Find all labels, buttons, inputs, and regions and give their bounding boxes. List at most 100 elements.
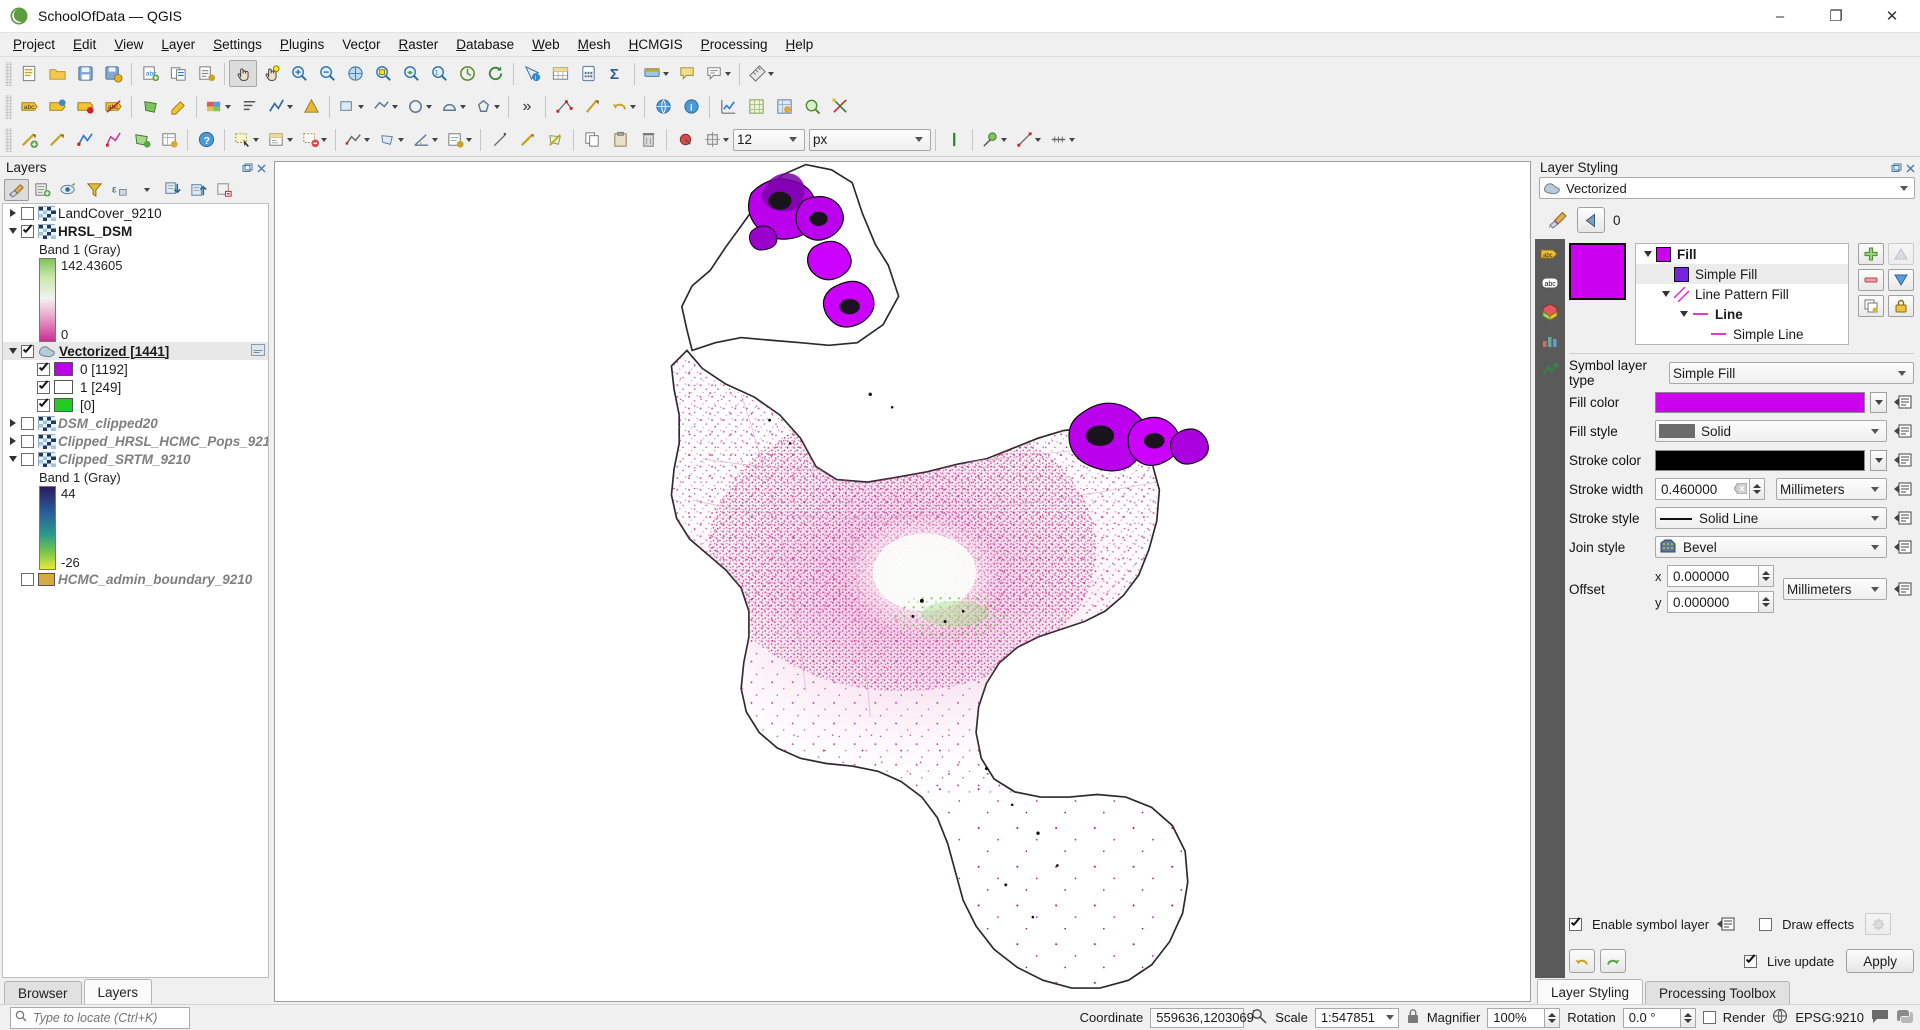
layer-visibility-checkbox[interactable] — [21, 224, 34, 238]
layer-visibility-checkbox[interactable] — [21, 206, 34, 220]
select-by-expression-button[interactable] — [263, 126, 297, 153]
layer-class-row[interactable]: 0 [1192] — [3, 360, 268, 378]
menu-mesh[interactable]: Mesh — [569, 34, 620, 55]
symbol-layer-row[interactable]: Simple Line — [1636, 324, 1848, 344]
delete-features-button[interactable] — [634, 126, 662, 153]
open-layer-styling-panel-button[interactable] — [4, 178, 29, 201]
enable-symbol-layer-checkbox[interactable] — [1569, 917, 1582, 931]
search-layer-button[interactable] — [798, 93, 826, 120]
crs-globe-icon[interactable] — [1772, 1008, 1788, 1027]
stroke-width-stepper[interactable] — [1750, 478, 1765, 500]
line-tools-button[interactable] — [263, 93, 297, 120]
save-project-button[interactable] — [71, 60, 99, 87]
toolbar-grip[interactable] — [5, 94, 12, 119]
render-checkbox[interactable] — [1702, 1011, 1716, 1024]
menu-project[interactable]: Project — [4, 34, 64, 55]
layer-expander[interactable] — [5, 343, 21, 359]
stroke-color-dropdown-button[interactable] — [1870, 449, 1887, 471]
duplicate-symbol-layer-button[interactable] — [1858, 295, 1884, 317]
shape-digitizing4-button[interactable] — [436, 93, 470, 120]
annotations-button[interactable] — [701, 60, 735, 87]
fill-color-swatch[interactable] — [1655, 391, 1865, 413]
shape-digitizing2-button[interactable] — [368, 93, 402, 120]
pencil-edit-button[interactable] — [485, 126, 513, 153]
open-attribute-table-button[interactable] — [546, 60, 574, 87]
menu-help[interactable]: Help — [776, 34, 822, 55]
metasearch-button[interactable]: i — [677, 93, 705, 120]
label-size-value[interactable]: 12 — [737, 132, 752, 147]
map-canvas[interactable] — [274, 161, 1531, 1002]
symbol-layer-type-combo[interactable]: Simple Fill — [1669, 362, 1914, 384]
zoom-selection-button[interactable] — [369, 60, 397, 87]
layer-row[interactable]: Clipped_SRTM_9210 — [3, 450, 268, 468]
minimize-button[interactable]: – — [1752, 0, 1808, 33]
symbol-expander[interactable] — [1640, 246, 1656, 262]
locator-search[interactable] — [10, 1006, 190, 1029]
symbol-layer-row[interactable]: Line — [1636, 304, 1848, 324]
filter-dropdown-button[interactable] — [134, 179, 159, 201]
menu-processing[interactable]: Processing — [692, 34, 777, 55]
rotation-stepper[interactable] — [1680, 1007, 1696, 1028]
layer-class-row[interactable]: 1 [249] — [3, 378, 268, 396]
menu-layer[interactable]: Layer — [152, 34, 204, 55]
label-placement-button[interactable] — [699, 126, 733, 153]
remove-layer-button[interactable] — [212, 179, 237, 201]
messages-icon[interactable] — [1871, 1008, 1889, 1027]
stroke-style-data-defined-button[interactable] — [1892, 508, 1914, 528]
plot-tool-button[interactable] — [714, 93, 742, 120]
toolbar-grip[interactable] — [5, 127, 12, 152]
symbology-tab-icon[interactable]: abc — [1539, 244, 1561, 264]
copy-features-button[interactable] — [578, 126, 606, 153]
reshape-features-button[interactable] — [578, 93, 606, 120]
filter-legend-by-expression-button[interactable]: ε — [108, 179, 133, 201]
close-button[interactable]: ✕ — [1864, 0, 1920, 33]
zoom-layer-button[interactable] — [397, 60, 425, 87]
python-console-icon[interactable] — [1896, 1008, 1914, 1028]
3d-view-tab-icon[interactable] — [1539, 302, 1561, 322]
new-print-layout-button[interactable]: abc — [136, 60, 164, 87]
layer-expander[interactable] — [5, 433, 21, 449]
menu-view[interactable]: View — [105, 34, 152, 55]
layer-visibility-checkbox[interactable] — [21, 452, 34, 466]
symbol-layer-row[interactable]: Fill — [1636, 244, 1848, 264]
class-visibility-checkbox[interactable] — [37, 380, 50, 394]
zoom-in-button[interactable] — [285, 60, 313, 87]
open-project-button[interactable] — [43, 60, 71, 87]
offset-data-defined-button[interactable] — [1892, 579, 1914, 599]
show-layouts-button[interactable] — [192, 60, 220, 87]
redo-style-button[interactable] — [1600, 949, 1626, 973]
zoom-last-button[interactable] — [453, 60, 481, 87]
move-symbol-layer-down-button[interactable] — [1888, 269, 1914, 291]
shape-digitizing-button[interactable] — [334, 93, 368, 120]
menu-plugins[interactable]: Plugins — [271, 34, 333, 55]
join-style-data-defined-button[interactable] — [1892, 537, 1914, 557]
toggle-editing-button[interactable] — [43, 126, 71, 153]
locator-input[interactable] — [31, 1009, 185, 1026]
menu-edit[interactable]: Edit — [64, 34, 105, 55]
overflow-button[interactable]: » — [513, 93, 541, 120]
select-features-button[interactable] — [229, 126, 263, 153]
tab-layers[interactable]: Layers — [83, 979, 153, 1004]
triangle-tool-button[interactable] — [297, 93, 325, 120]
crs-value[interactable]: EPSG:9210 — [1795, 1010, 1864, 1025]
move-symbol-layer-up-button[interactable] — [1888, 243, 1914, 265]
class-visibility-checkbox[interactable] — [37, 362, 50, 376]
stroke-width-data-defined-button[interactable] — [1892, 479, 1914, 499]
edit-layer-icon[interactable] — [251, 343, 265, 359]
add-group-button[interactable] — [30, 179, 55, 201]
layer-expander[interactable] — [5, 205, 21, 221]
show-pinned-labels-button[interactable] — [43, 93, 71, 120]
layer-visibility-checkbox[interactable] — [21, 434, 34, 448]
symbol-expander[interactable] — [1658, 286, 1674, 302]
measure-angle-button[interactable] — [408, 126, 442, 153]
tab-browser[interactable]: Browser — [4, 981, 82, 1004]
draw-polygon-button[interactable] — [541, 126, 569, 153]
layer-visibility-checkbox[interactable] — [21, 344, 34, 358]
sort-ascending-button[interactable] — [235, 93, 263, 120]
style-history-back-button[interactable] — [1577, 207, 1605, 233]
class-visibility-checkbox[interactable] — [37, 398, 50, 412]
offset-y-stepper[interactable] — [1759, 591, 1774, 613]
paste-features-button[interactable] — [606, 126, 634, 153]
stroke-width-units-combo[interactable]: Millimeters — [1776, 478, 1887, 500]
refresh-button[interactable] — [481, 60, 509, 87]
